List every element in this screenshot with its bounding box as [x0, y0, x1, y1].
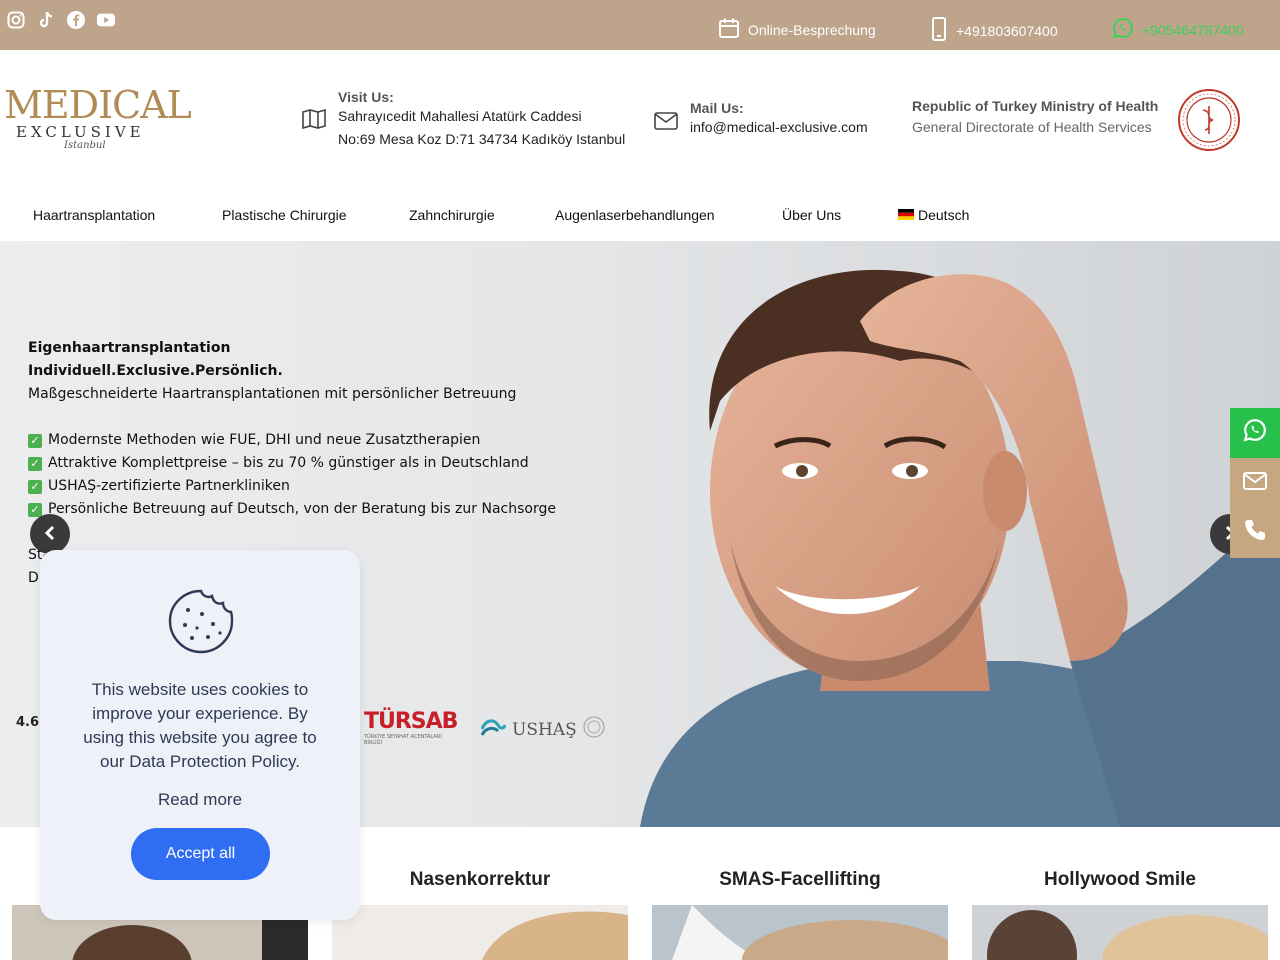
card-title-smas-facelifting[interactable]: SMAS-Facellifting: [652, 869, 948, 891]
site-logo[interactable]: MEDICAL EXCLUSIVE Istanbul: [4, 83, 192, 156]
instagram-icon[interactable]: [6, 10, 26, 30]
card-image-hollywood-smile[interactable]: [972, 905, 1268, 960]
hero-bullet-text: Attraktive Komplettpreise – bis zu 70 % …: [48, 455, 529, 471]
ministry-seal-icon: [1177, 88, 1241, 152]
hero-bullet: ✓ Persönliche Betreuung auf Deutsch, von …: [28, 498, 556, 521]
nav-ueber-uns[interactable]: Über Uns: [782, 207, 841, 223]
phone-icon: [1243, 518, 1267, 548]
address-line2: No:69 Mesa Koz D:71 34734 Kadıköy Istanb…: [338, 131, 626, 147]
mail-us-title: Mail Us:: [690, 100, 744, 116]
mail-us-block: Mail Us: info@medical-exclusive.com: [654, 100, 868, 139]
card-smile-photo: [972, 905, 1268, 960]
tursab-logo: TÜRSAB TÜRKİYE SEYAHAT ACENTALARI BİRLİĞ…: [364, 709, 458, 747]
online-meeting-link[interactable]: Online-Besprechung: [718, 17, 876, 42]
cookie-accept-all-button[interactable]: Accept all: [131, 828, 270, 880]
hero-bullet: ✓ Attraktive Komplettpreise – bis zu 70 %…: [28, 452, 556, 475]
map-icon: [302, 108, 326, 151]
email-link[interactable]: info@medical-exclusive.com: [690, 119, 868, 135]
whatsapp-link[interactable]: +905464787400: [1112, 17, 1244, 42]
visit-us-block: Visit Us: Sahrayıcedit Mahallesi Atatürk…: [302, 89, 625, 151]
youtube-icon[interactable]: [96, 10, 116, 30]
hero-bullet: ✓ USHAŞ-zertifizierte Partnerkliniken: [28, 475, 556, 498]
online-meeting-label: Online-Besprechung: [748, 21, 876, 38]
hero-line3: Maßgeschneiderte Haartransplantationen m…: [28, 386, 517, 402]
side-whatsapp-button[interactable]: [1230, 408, 1280, 458]
social-links: [6, 10, 116, 30]
german-flag-icon: [898, 207, 914, 223]
hero-man-image: [640, 269, 1280, 827]
ushas-logo: USHAŞ: [480, 715, 605, 744]
language-label: Deutsch: [918, 207, 970, 223]
hero-bullet: ✓ Modernste Methoden wie FUE, DHI und neu…: [28, 429, 556, 452]
nav-augenlaserbehandlungen[interactable]: Augenlaserbehandlungen: [555, 207, 715, 223]
cookie-consent-dialog: This website uses cookies to improve you…: [40, 550, 360, 920]
card-facelift-photo: [652, 905, 948, 960]
check-icon: ✓: [28, 502, 42, 517]
nav-plastische-chirurgie[interactable]: Plastische Chirurgie: [222, 207, 347, 223]
hero-line2: Individuell.Exclusive.Persönlich.: [28, 363, 283, 379]
side-mail-button[interactable]: [1230, 458, 1280, 508]
side-phone-button[interactable]: [1230, 508, 1280, 558]
cookie-read-more-link[interactable]: Read more: [40, 790, 360, 810]
ministry-title: Republic of Turkey Ministry of Health: [912, 98, 1159, 114]
ministry-info: Republic of Turkey Ministry of Health Ge…: [912, 98, 1158, 135]
nav-haartransplantation[interactable]: Haartransplantation: [33, 207, 155, 223]
card-title-hollywood-smile[interactable]: Hollywood Smile: [972, 869, 1268, 891]
phone-link[interactable]: +491803607400: [930, 17, 1058, 44]
chevron-left-icon: [43, 522, 57, 546]
card-nose-photo: [332, 905, 628, 960]
nav-zahnchirurgie[interactable]: Zahnchirurgie: [409, 207, 495, 223]
mail-icon: [1243, 471, 1267, 496]
address-line1: Sahrayıcedit Mahallesi Atatürk Caddesi: [338, 108, 582, 124]
logo-line1: MEDICAL: [4, 83, 192, 127]
envelope-icon: [654, 112, 678, 139]
tursab-logo-text: TÜRSAB: [364, 709, 458, 734]
slider-prev-button[interactable]: [30, 514, 70, 554]
top-bar: Online-Besprechung +491803607400 +905464…: [0, 0, 1280, 50]
tursab-logo-subtext: TÜRKİYE SEYAHAT ACENTALARI BİRLİĞİ: [364, 734, 442, 746]
whatsapp-number: +905464787400: [1142, 21, 1244, 38]
ushas-seal-icon: [583, 716, 605, 743]
cookie-icon: [168, 588, 234, 654]
phone-number: +491803607400: [956, 22, 1058, 39]
cookie-message: This website uses cookies to improve you…: [83, 680, 317, 771]
visit-us-title: Visit Us:: [338, 89, 394, 105]
logo-line3: Istanbul: [64, 140, 106, 151]
whatsapp-icon: [1243, 418, 1267, 448]
hero-line1: Eigenhaartransplantation: [28, 340, 231, 356]
check-icon: ✓: [28, 433, 42, 448]
card-image-smas-facelifting[interactable]: [652, 905, 948, 960]
hero-bullet-text: Persönliche Betreuung auf Deutsch, von d…: [48, 501, 556, 517]
hero-bullet-text: Modernste Methoden wie FUE, DHI und neue…: [48, 432, 481, 448]
facebook-icon[interactable]: [66, 10, 86, 30]
site-header: MEDICAL EXCLUSIVE Istanbul Visit Us: Sah…: [0, 50, 1280, 240]
tiktok-icon[interactable]: [36, 10, 56, 30]
rating-value: 4.6: [16, 715, 40, 730]
whatsapp-icon: [1112, 17, 1134, 42]
check-icon: ✓: [28, 479, 42, 494]
ministry-subtitle: General Directorate of Health Services: [912, 119, 1152, 135]
language-switcher[interactable]: Deutsch: [898, 207, 969, 223]
check-icon: ✓: [28, 456, 42, 471]
card-title-nasenkorrektur[interactable]: Nasenkorrektur: [332, 869, 628, 891]
ushas-logo-text: USHAŞ: [512, 719, 577, 740]
card-image-nasenkorrektur[interactable]: [332, 905, 628, 960]
ushas-wave-icon: [480, 715, 507, 744]
hero-bullet-text: USHAŞ-zertifizierte Partnerkliniken: [48, 478, 290, 494]
calendar-icon: [718, 17, 740, 42]
mobile-phone-icon: [930, 17, 948, 44]
